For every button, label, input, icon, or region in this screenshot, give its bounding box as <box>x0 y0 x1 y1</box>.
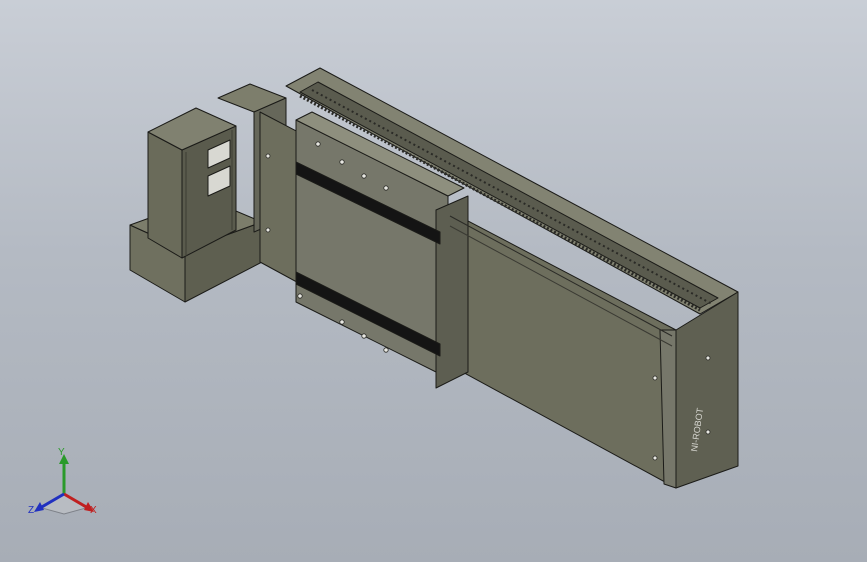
axis-z-label: Z <box>28 505 35 516</box>
graphics-viewport[interactable]: NI-ROBOT Y X Z <box>0 0 867 562</box>
axis-x-label: X <box>90 505 97 516</box>
axis-triad: Y X Z <box>24 448 104 524</box>
carriage-screw <box>315 141 321 147</box>
motor-body-front <box>147 131 183 259</box>
actuator-end-cap <box>675 291 739 489</box>
carriage-side <box>435 195 469 389</box>
axis-y-label: Y <box>58 447 65 458</box>
linear-module-model[interactable]: NI-ROBOT <box>0 0 867 562</box>
